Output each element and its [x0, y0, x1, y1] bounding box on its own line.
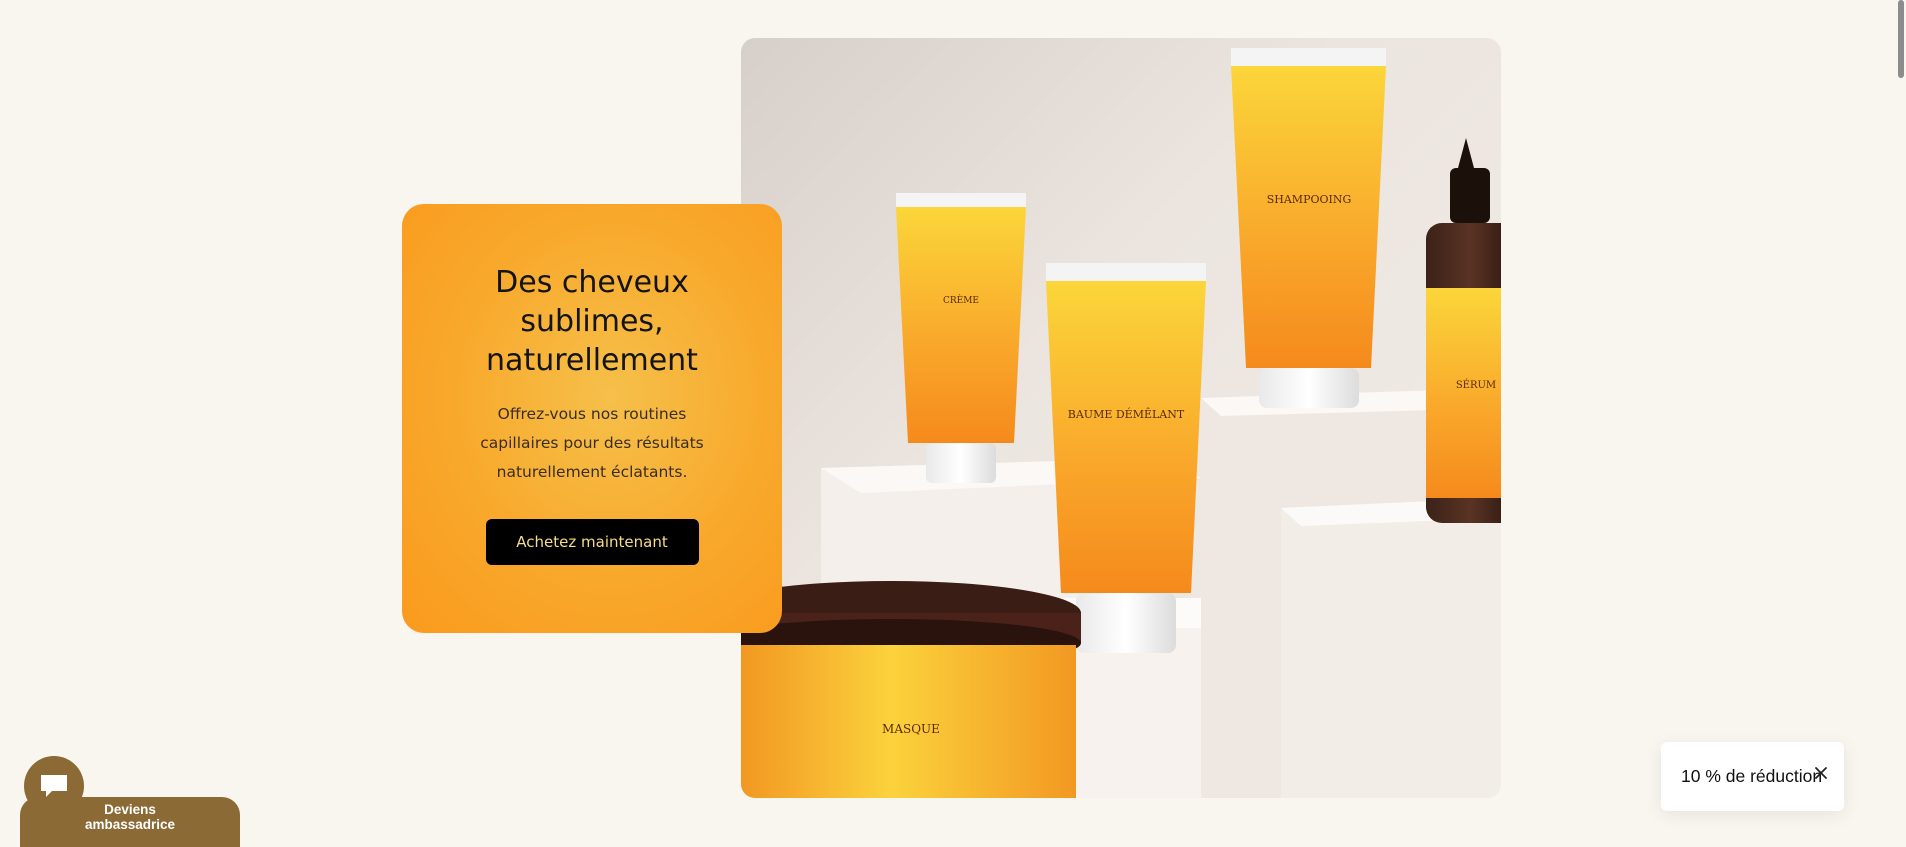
svg-text:MASQUE: MASQUE — [882, 722, 940, 736]
hero-subtitle: Offrez-vous nos routines capillaires pou… — [480, 405, 704, 481]
hero-title: Des cheveux sublimes, naturellement — [486, 265, 698, 378]
page-scrollbar[interactable] — [1892, 0, 1906, 834]
discount-label[interactable]: 10 % de réduction — [1681, 766, 1822, 787]
chat-icon[interactable] — [24, 756, 84, 816]
discount-popup[interactable]: 10 % de réduction — [1661, 742, 1844, 811]
svg-text:BAUME DÉMÊLANT: BAUME DÉMÊLANT — [1068, 407, 1185, 421]
svg-text:SHAMPOOING: SHAMPOOING — [1267, 193, 1352, 206]
scrollbar-thumb[interactable] — [1898, 0, 1904, 78]
close-icon[interactable] — [1812, 764, 1830, 782]
svg-text:CRÈME: CRÈME — [943, 294, 979, 306]
svg-text:SÉRUM: SÉRUM — [1456, 379, 1496, 391]
shop-now-button[interactable]: Achetez maintenant — [485, 519, 699, 565]
hero-product-image: CRÈME BAUME DÉMÊLANT SHAMPOOING SÉRUM MA… — [741, 38, 1501, 798]
hero-promo-card: Des cheveux sublimes, naturellement Offr… — [402, 204, 782, 633]
